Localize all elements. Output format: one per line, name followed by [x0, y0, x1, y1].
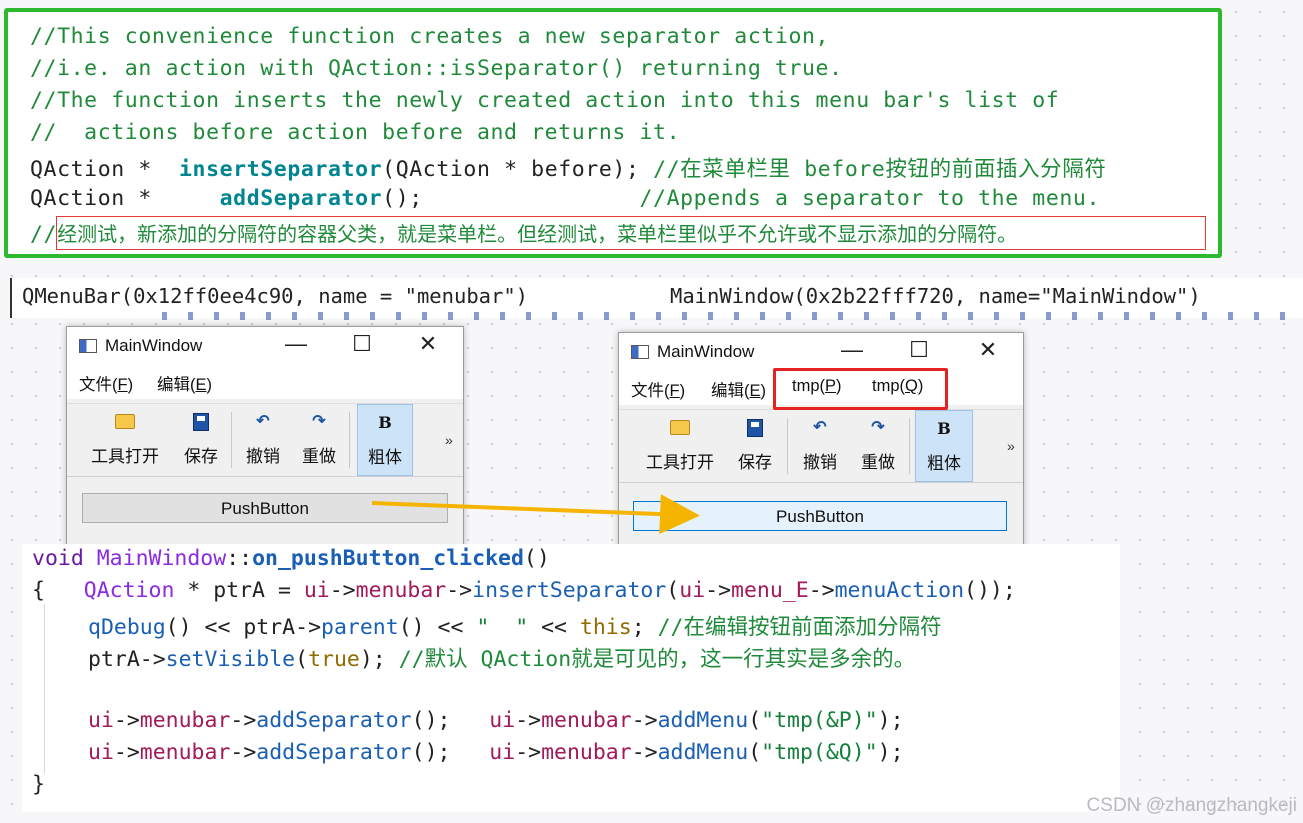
code-line-addmenu-p: ui->menubar->addSeparator(); ui->menubar… [88, 708, 904, 733]
code-line-addmenu-q: ui->menubar->addSeparator(); ui->menubar… [88, 740, 904, 765]
code-line-setvisible: ptrA->setVisible(true); //默认 QAction就是可见… [88, 647, 916, 672]
code-line-close-brace: } [32, 772, 45, 797]
watermark: CSDN @zhangzhangkeji [1086, 795, 1297, 816]
code-line-qdebug: qDebug() << ptrA->parent() << " " << thi… [88, 615, 942, 640]
code-line-insert: { QAction * ptrA = ui->menubar->insertSe… [32, 578, 1016, 603]
indent-guide [44, 604, 45, 774]
code-line-signature: void MainWindow::on_pushButton_clicked() [32, 546, 550, 571]
